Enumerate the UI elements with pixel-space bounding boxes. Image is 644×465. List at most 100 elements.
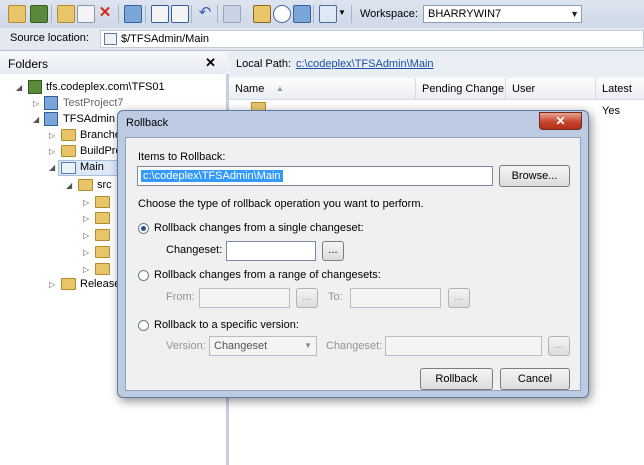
folders-header: Folders ✕	[0, 52, 226, 75]
radio-version-label: Rollback to a specific version:	[154, 319, 299, 331]
changeset-input[interactable]	[226, 241, 316, 261]
source-location-field[interactable]: $/TFSAdmin/Main	[100, 30, 644, 48]
changeset2-input[interactable]	[385, 336, 542, 356]
column-label: Latest	[602, 83, 632, 95]
changeset2-browse-button[interactable]: ...	[548, 336, 570, 356]
project-icon	[44, 96, 58, 110]
browse-button[interactable]: Browse...	[499, 165, 570, 187]
tree-item-label: Main	[80, 161, 104, 173]
get-latest-icon[interactable]	[124, 5, 142, 23]
toolbar-separator	[145, 5, 146, 23]
expand-arrow-icon[interactable]: ◢	[66, 181, 72, 190]
tree-item-label: tfs.codeplex.com\TFS01	[46, 81, 165, 93]
collapsed-arrow-icon[interactable]: ▷	[49, 147, 55, 156]
list-header: Name ▲ Pending Change User Latest	[229, 78, 644, 100]
collapsed-arrow-icon[interactable]: ▷	[83, 198, 89, 207]
local-path-label: Local Path:	[236, 58, 292, 70]
column-pending-change[interactable]: Pending Change	[416, 78, 506, 99]
radio-range-changesets[interactable]	[138, 270, 149, 281]
radio-single-label: Rollback changes from a single changeset…	[154, 222, 364, 234]
checkin-icon[interactable]	[171, 5, 189, 23]
column-label: Pending Change	[422, 83, 504, 95]
close-button[interactable]: ✕	[539, 112, 582, 130]
collapsed-arrow-icon[interactable]: ▷	[49, 280, 55, 289]
workspace-label: Workspace:	[360, 8, 418, 20]
collapsed-arrow-icon[interactable]: ▷	[33, 99, 39, 108]
open-folder-icon	[78, 179, 93, 191]
expand-arrow-icon[interactable]: ◢	[33, 115, 39, 124]
to-label: To:	[328, 291, 343, 303]
toolbar-separator	[313, 5, 314, 23]
to-input[interactable]	[350, 288, 441, 308]
source-branch-icon	[104, 33, 117, 45]
cancel-button[interactable]: Cancel	[500, 368, 570, 390]
folder-icon	[95, 246, 110, 258]
column-latest[interactable]: Latest	[596, 78, 644, 99]
expand-arrow-icon[interactable]: ◢	[49, 163, 55, 172]
checkout-icon[interactable]	[151, 5, 169, 23]
collapsed-arrow-icon[interactable]: ▷	[49, 131, 55, 140]
toolbar-separator	[118, 5, 119, 23]
items-to-rollback-value: c:\codeplex\TFSAdmin\Main	[141, 170, 283, 182]
server-icon	[28, 80, 42, 94]
history-icon[interactable]	[273, 5, 291, 23]
radio-single-changeset[interactable]	[138, 223, 149, 234]
open-folder-icon[interactable]	[57, 5, 75, 23]
branch-icon	[61, 162, 76, 174]
tree-item-label: TestProject7	[63, 97, 124, 109]
changeset-label: Changeset:	[166, 244, 223, 256]
source-location-bar: Source location: $/TFSAdmin/Main	[0, 28, 644, 51]
tree-item-label: src	[97, 179, 112, 191]
annotate-icon[interactable]	[253, 5, 271, 23]
folder-icon	[61, 145, 76, 157]
items-to-rollback-input[interactable]: c:\codeplex\TFSAdmin\Main	[137, 166, 493, 186]
changeset2-label: Changeset:	[326, 340, 383, 352]
to-browse-button[interactable]: ...	[448, 288, 470, 308]
rollback-dialog: Rollback ✕ Items to Rollback: c:\codeple…	[117, 110, 589, 398]
toolbar-separator	[191, 5, 192, 23]
radio-specific-version[interactable]	[138, 320, 149, 331]
folder-icon	[95, 263, 110, 275]
items-to-rollback-label: Items to Rollback:	[138, 151, 226, 163]
collapsed-arrow-icon[interactable]: ▷	[83, 265, 89, 274]
folder-icon	[95, 196, 110, 208]
from-input[interactable]	[199, 288, 290, 308]
delete-icon[interactable]: ✕	[97, 5, 113, 21]
radio-range-label: Rollback changes from a range of changes…	[154, 269, 381, 281]
changeset-browse-button[interactable]: ...	[322, 241, 344, 261]
source-location-label: Source location:	[10, 32, 89, 44]
local-path-link[interactable]: c:\codeplex\TFSAdmin\Main	[296, 58, 434, 70]
toolbar-separator	[217, 5, 218, 23]
tree-item-label: TFSAdmin	[63, 113, 115, 125]
rollback-button[interactable]: Rollback	[420, 368, 493, 390]
column-label: User	[512, 83, 536, 95]
folder-icon	[61, 278, 76, 290]
dialog-body: Items to Rollback: c:\codeplex\TFSAdmin\…	[125, 137, 581, 391]
properties-icon[interactable]	[293, 5, 311, 23]
column-user[interactable]: User	[506, 78, 596, 99]
close-icon[interactable]: ✕	[205, 55, 216, 71]
from-browse-button[interactable]: ...	[296, 288, 318, 308]
dialog-title: Rollback	[126, 117, 169, 129]
tree-item-server[interactable]: ◢ tfs.codeplex.com\TFS01	[0, 80, 226, 96]
version-select[interactable]: Changeset ▼	[209, 336, 317, 356]
refresh-icon[interactable]	[30, 5, 48, 23]
source-location-value: $/TFSAdmin/Main	[121, 33, 210, 45]
chevron-down-icon: ▼	[570, 9, 579, 19]
toolbar: ✕ ↶ ▼ Workspace: BHARRYWIN7 ▼	[0, 0, 644, 29]
tree-item-label: BuildPro	[80, 145, 122, 157]
toolbar-separator	[351, 5, 352, 23]
collapsed-arrow-icon[interactable]: ▷	[83, 248, 89, 257]
branch-icon[interactable]	[319, 5, 337, 23]
folder-icon[interactable]	[8, 5, 26, 23]
collapsed-arrow-icon[interactable]: ▷	[83, 231, 89, 240]
compare-icon[interactable]	[223, 5, 241, 23]
expand-arrow-icon[interactable]: ◢	[16, 83, 22, 92]
folder-icon	[95, 229, 110, 241]
column-name[interactable]: Name ▲	[229, 78, 416, 99]
workspace-select[interactable]: BHARRYWIN7 ▼	[423, 5, 582, 23]
tree-item-main[interactable]: Main	[58, 160, 118, 176]
new-file-icon[interactable]	[77, 5, 95, 23]
collapsed-arrow-icon[interactable]: ▷	[83, 214, 89, 223]
undo-icon[interactable]: ↶	[197, 5, 213, 21]
